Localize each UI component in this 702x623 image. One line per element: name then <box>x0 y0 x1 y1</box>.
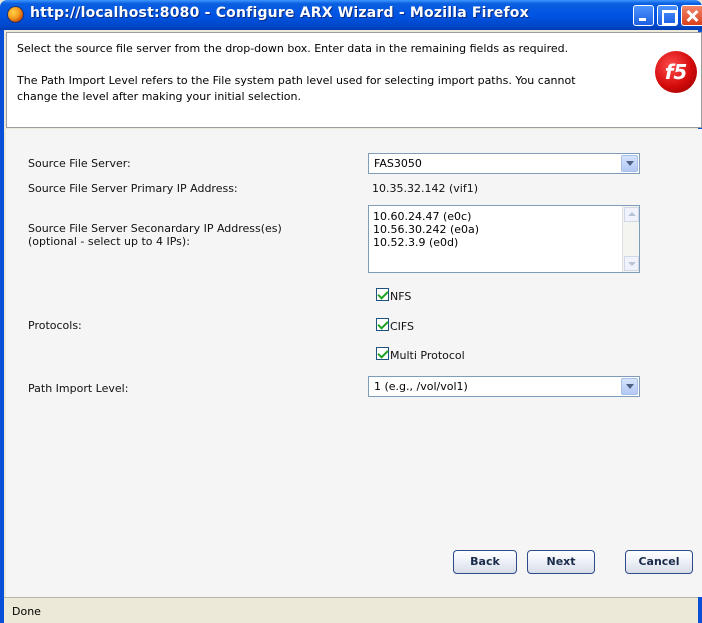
listbox-scrollbar[interactable] <box>622 206 639 272</box>
path-level-label: Path Import Level: <box>28 382 129 395</box>
window-frame-left <box>0 30 4 623</box>
cancel-button[interactable]: Cancel <box>625 550 693 574</box>
checkbox-checked-icon[interactable] <box>376 288 389 301</box>
path-level-value: 1 (e.g., /vol/vol1) <box>374 380 468 393</box>
close-icon[interactable] <box>681 5 702 26</box>
wizard-form: Source File Server: FAS3050 Source File … <box>6 129 702 597</box>
path-level-dropdown[interactable]: 1 (e.g., /vol/vol1) <box>368 376 640 397</box>
scroll-down-icon[interactable] <box>624 256 639 271</box>
list-item[interactable]: 10.52.3.9 (e0d) <box>373 236 458 249</box>
window-title: http://localhost:8080 - Configure ARX Wi… <box>30 5 529 21</box>
protocol-multi-label: Multi Protocol <box>390 349 465 362</box>
protocols-label: Protocols: <box>28 319 82 332</box>
status-bar: Done <box>4 597 698 623</box>
source-server-value: FAS3050 <box>374 157 422 170</box>
source-server-dropdown[interactable]: FAS3050 <box>368 153 640 174</box>
instruction-text-2: The Path Import Level refers to the File… <box>17 74 576 103</box>
minimize-icon[interactable] <box>633 5 654 26</box>
checkbox-checked-icon[interactable] <box>376 347 389 360</box>
window-title-bar[interactable]: http://localhost:8080 - Configure ARX Wi… <box>0 0 702 30</box>
firefox-icon <box>7 6 24 23</box>
instruction-text-1: Select the source file server from the d… <box>17 42 569 55</box>
protocol-cifs-label: CIFS <box>390 320 415 333</box>
f5-logo: f5 <box>655 51 697 93</box>
instructions-panel: Select the source file server from the d… <box>6 32 702 128</box>
secondary-ip-hint: (optional - select up to 4 IPs): <box>28 235 190 248</box>
list-item[interactable]: 10.56.30.242 (e0a) <box>373 223 479 236</box>
next-button[interactable]: Next <box>527 550 595 574</box>
status-text: Done <box>12 605 41 618</box>
source-server-label: Source File Server: <box>28 157 131 170</box>
list-item[interactable]: 10.60.24.47 (e0c) <box>373 210 471 223</box>
primary-ip-label: Source File Server Primary IP Address: <box>28 182 238 195</box>
maximize-icon[interactable] <box>657 5 678 26</box>
checkbox-checked-icon[interactable] <box>376 318 389 331</box>
chevron-down-icon[interactable] <box>621 378 638 395</box>
scroll-up-icon[interactable] <box>624 207 639 222</box>
secondary-ip-listbox[interactable]: 10.60.24.47 (e0c) 10.56.30.242 (e0a) 10.… <box>368 205 640 273</box>
secondary-ip-label: Source File Server Seconardary IP Addres… <box>28 222 282 235</box>
protocol-nfs-label: NFS <box>390 290 412 303</box>
chevron-down-icon[interactable] <box>621 155 638 172</box>
back-button[interactable]: Back <box>453 550 517 574</box>
primary-ip-value: 10.35.32.142 (vif1) <box>372 182 478 195</box>
